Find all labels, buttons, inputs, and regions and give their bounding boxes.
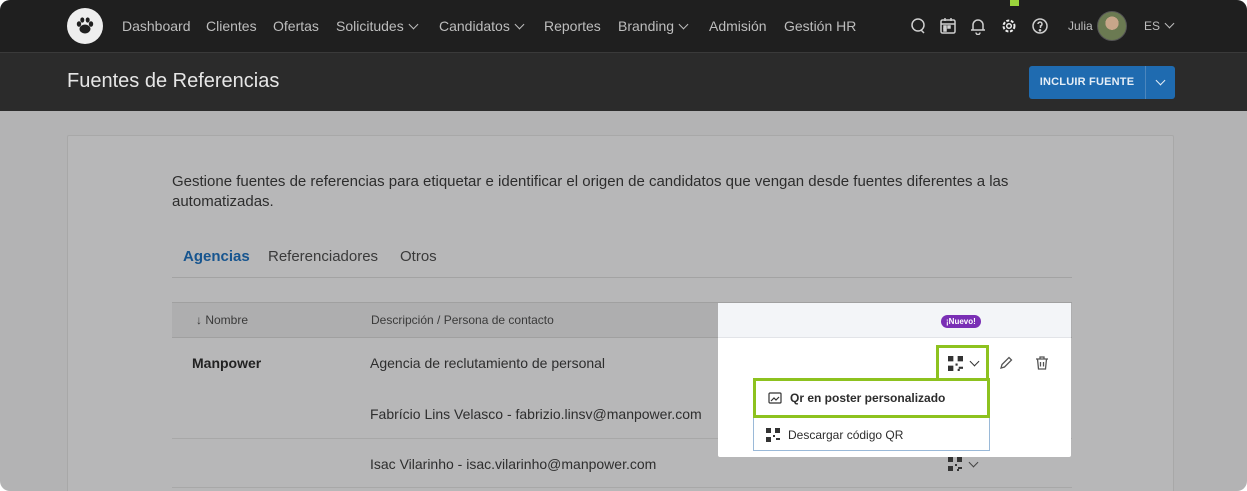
avatar[interactable] bbox=[1097, 11, 1127, 41]
nav-branding[interactable]: Branding bbox=[618, 0, 689, 52]
nav-candidatos[interactable]: Candidatos bbox=[439, 0, 525, 52]
qr-icon bbox=[766, 428, 780, 442]
chevron-down-icon bbox=[969, 356, 979, 366]
poster-icon bbox=[768, 392, 782, 404]
chat-icon[interactable] bbox=[908, 16, 928, 36]
include-source-button[interactable]: INCLUIR FUENTE bbox=[1029, 66, 1175, 99]
menu-item-download-qr[interactable]: Descargar código QR bbox=[754, 418, 989, 452]
row-name: Manpower bbox=[192, 355, 262, 371]
row-contact: Isac Vilarinho - isac.vilarinho@manpower… bbox=[370, 456, 657, 472]
nav-label: Gestión HR bbox=[784, 18, 857, 34]
trash-icon bbox=[1036, 356, 1048, 370]
user-name[interactable]: Julia bbox=[1068, 0, 1093, 52]
nav-gestion-hr[interactable]: Gestión HR bbox=[784, 0, 856, 52]
tab-referenciadores[interactable]: Referenciadores bbox=[268, 248, 378, 265]
chevron-down-icon bbox=[678, 19, 689, 30]
language-selector[interactable]: ES bbox=[1144, 0, 1175, 52]
include-source-label[interactable]: INCLUIR FUENTE bbox=[1029, 66, 1146, 99]
tab-otros[interactable]: Otros bbox=[400, 248, 437, 265]
page-header: Fuentes de Referencias INCLUIR FUENTE bbox=[0, 52, 1247, 111]
tab-agencias[interactable]: Agencias bbox=[183, 248, 250, 265]
nav-label: Branding bbox=[618, 18, 675, 34]
qr-icon bbox=[948, 457, 962, 471]
nav-label: Dashboard bbox=[122, 18, 191, 34]
menu-item-label: Qr en poster personalizado bbox=[790, 391, 946, 405]
logo[interactable] bbox=[67, 8, 103, 44]
column-header-description: Descripción / Persona de contacto bbox=[371, 313, 554, 327]
page-description: Gestione fuentes de referencias para eti… bbox=[172, 173, 1009, 210]
qr-options-button[interactable] bbox=[936, 345, 989, 381]
help-icon[interactable] bbox=[1030, 16, 1050, 36]
bell-icon[interactable] bbox=[968, 16, 988, 36]
qr-icon bbox=[947, 355, 963, 371]
qr-options-button[interactable] bbox=[948, 456, 982, 472]
row-divider bbox=[172, 487, 1072, 488]
chevron-down-icon bbox=[408, 19, 419, 30]
app-window: Dashboard Clientes Ofertas Solicitudes C… bbox=[0, 0, 1247, 491]
delete-button[interactable] bbox=[1032, 353, 1052, 373]
gear-icon[interactable] bbox=[999, 16, 1019, 36]
menu-item-qr-poster[interactable]: Qr en poster personalizado bbox=[753, 378, 990, 418]
chevron-down-icon bbox=[1164, 18, 1175, 29]
nav-reportes[interactable]: Reportes bbox=[544, 0, 601, 52]
nav-label: Ofertas bbox=[273, 18, 319, 34]
language-label: ES bbox=[1144, 19, 1161, 33]
edit-button[interactable] bbox=[996, 353, 1016, 373]
qr-dropdown-menu: Qr en poster personalizado Descargar cód… bbox=[753, 378, 990, 451]
paw-icon bbox=[76, 17, 94, 34]
nav-label: Clientes bbox=[206, 18, 257, 34]
nav-clientes[interactable]: Clientes bbox=[206, 0, 257, 52]
popover-header: ¡Nuevo! bbox=[718, 303, 1071, 338]
nav-dashboard[interactable]: Dashboard bbox=[122, 0, 191, 52]
nav-label: Candidatos bbox=[439, 18, 510, 34]
nav-label: Reportes bbox=[544, 18, 601, 34]
chevron-down-icon bbox=[514, 19, 525, 30]
pencil-icon bbox=[1000, 356, 1013, 369]
row-contact: Fabrício Lins Velasco - fabrizio.linsv@m… bbox=[370, 406, 702, 422]
chevron-down-icon bbox=[1155, 75, 1166, 86]
menu-item-label: Descargar código QR bbox=[788, 428, 904, 442]
nav-solicitudes[interactable]: Solicitudes bbox=[336, 0, 419, 52]
top-navigation: Dashboard Clientes Ofertas Solicitudes C… bbox=[0, 0, 1247, 52]
tab-bar: Agencias Referenciadores Otros bbox=[172, 244, 1072, 278]
row-description: Agencia de reclutamiento de personal bbox=[370, 355, 606, 371]
column-header-name[interactable]: ↓ Nombre bbox=[196, 313, 248, 327]
chevron-down-icon bbox=[968, 457, 979, 467]
nav-label: Admisión bbox=[709, 18, 767, 34]
calendar-icon[interactable] bbox=[938, 16, 958, 36]
include-source-dropdown[interactable] bbox=[1146, 66, 1175, 99]
new-badge: ¡Nuevo! bbox=[941, 315, 981, 328]
page-title: Fuentes de Referencias bbox=[67, 70, 280, 92]
nav-label: Solicitudes bbox=[336, 18, 404, 34]
nav-admision[interactable]: Admisión bbox=[709, 0, 767, 52]
nav-ofertas[interactable]: Ofertas bbox=[273, 0, 319, 52]
active-indicator bbox=[1010, 0, 1019, 6]
